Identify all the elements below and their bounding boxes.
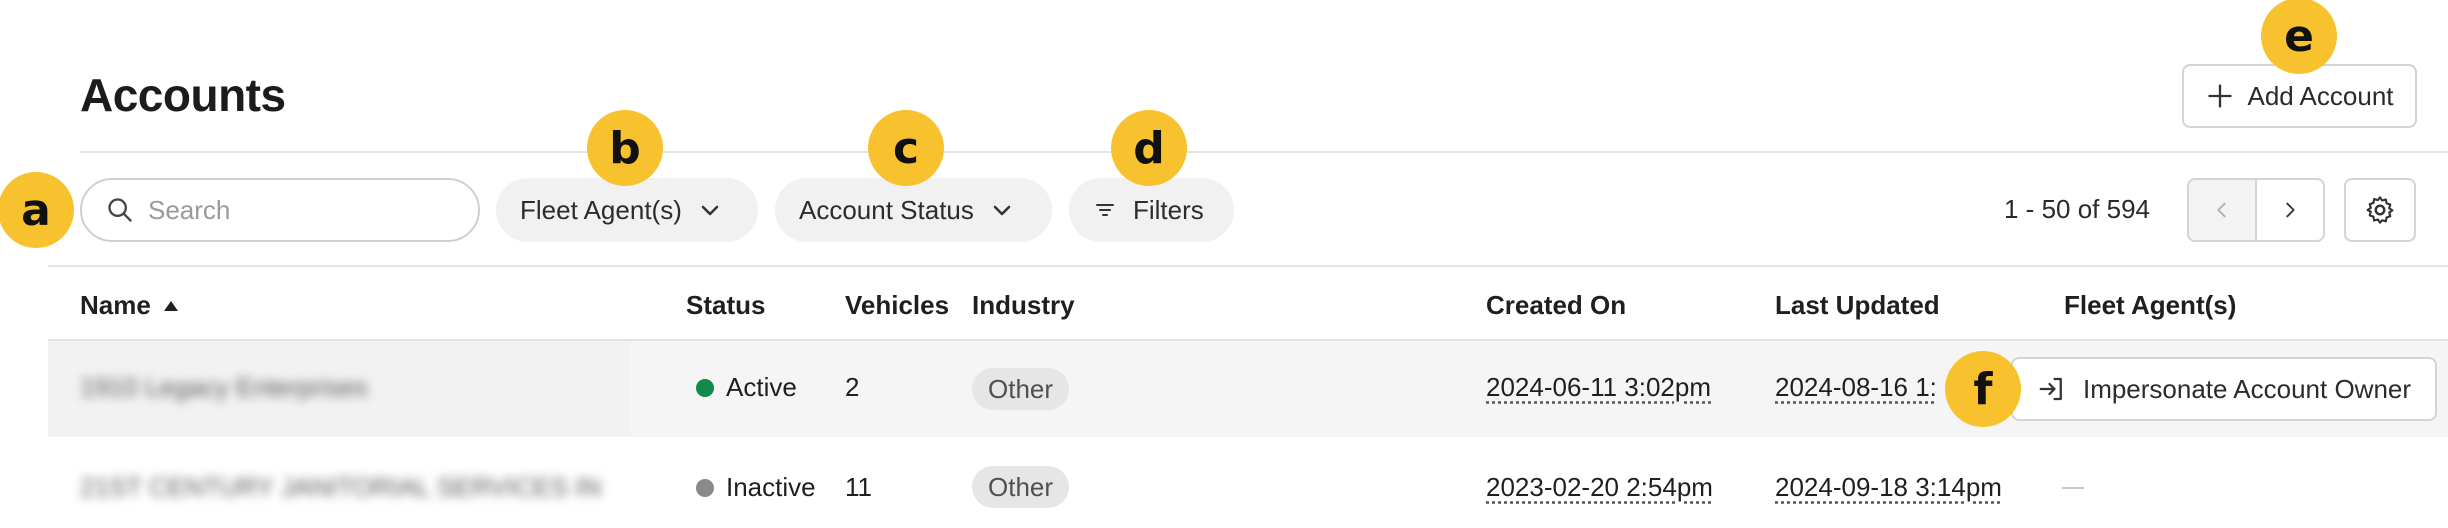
annotation-marker-a: a [0,172,74,248]
last-updated-date[interactable]: 2024-09-18 3:14pm [1775,472,2002,503]
page-title: Accounts [80,69,286,121]
next-page-button[interactable] [2257,180,2323,240]
table-top-divider [48,265,2448,267]
chevron-down-icon [701,205,719,216]
search-box[interactable] [80,178,480,242]
column-header-vehicles[interactable]: Vehicles [845,290,949,321]
chevron-right-icon [2286,202,2295,218]
column-header-name[interactable]: Name [80,290,179,321]
status-inactive-dot [696,478,714,497]
plus-icon [2207,84,2232,108]
login-icon [2039,377,2062,401]
last-updated-date[interactable]: 2024-08-16 1: [1775,372,1937,403]
account-status-filter-dropdown[interactable]: Account Status [775,178,1052,242]
table-settings-button[interactable] [2344,178,2416,242]
search-icon [108,198,132,222]
gear-icon [2366,196,2394,224]
filters-button[interactable]: Filters [1069,178,1234,242]
industry-badge: Other [972,368,1070,410]
account-name[interactable]: 21ST CENTURY JANITORIAL SERVICES IN [80,472,601,503]
chevron-down-icon [993,205,1011,216]
pagination-range: 1 - 50 of 594 [2004,194,2150,224]
filter-icon [1096,204,1114,216]
account-name[interactable]: 1910 Legacy Enterprises [80,372,368,403]
annotation-marker-c: c [868,110,944,186]
annotation-marker-e: e [2261,0,2337,74]
annotation-marker-f: f [1945,351,2021,427]
column-header-last-updated[interactable]: Last Updated [1775,290,1940,321]
chevron-left-icon [2217,202,2226,218]
annotation-marker-d: d [1111,110,1187,186]
status-label: Active [726,372,797,402]
status-cell: Inactive [696,472,816,503]
industry-badge: Other [972,466,1070,508]
fleet-agent-filter-dropdown[interactable]: Fleet Agent(s) [496,178,758,242]
annotation-marker-b: b [587,110,663,186]
sort-asc-icon [163,300,178,311]
vehicles-count: 11 [845,472,872,502]
column-header-created-on[interactable]: Created On [1486,290,1626,321]
impersonate-account-owner-button[interactable]: Impersonate Account Owner [2011,357,2437,421]
pagination-controls [2187,178,2325,242]
account-status-filter-label: Account Status [799,194,974,225]
fleet-agent-filter-label: Fleet Agent(s) [520,194,682,225]
created-on-date[interactable]: 2023-02-20 2:54pm [1486,472,1713,503]
status-active-dot [696,378,714,397]
column-header-fleet-agents[interactable]: Fleet Agent(s) [2064,290,2236,321]
previous-page-button[interactable] [2189,180,2257,240]
status-cell: Active [696,372,797,403]
impersonate-label: Impersonate Account Owner [2082,373,2412,404]
created-on-date[interactable]: 2024-06-11 3:02pm [1486,372,1711,403]
column-header-status[interactable]: Status [686,290,765,321]
fleet-agents-empty [2062,487,2084,489]
vehicles-count: 2 [845,372,860,402]
add-account-label: Add Account [2247,80,2394,111]
filters-label: Filters [1133,194,1204,225]
column-header-industry[interactable]: Industry [972,290,1075,321]
header-divider [80,151,2448,153]
search-input[interactable] [148,194,438,226]
status-label: Inactive [726,472,816,502]
